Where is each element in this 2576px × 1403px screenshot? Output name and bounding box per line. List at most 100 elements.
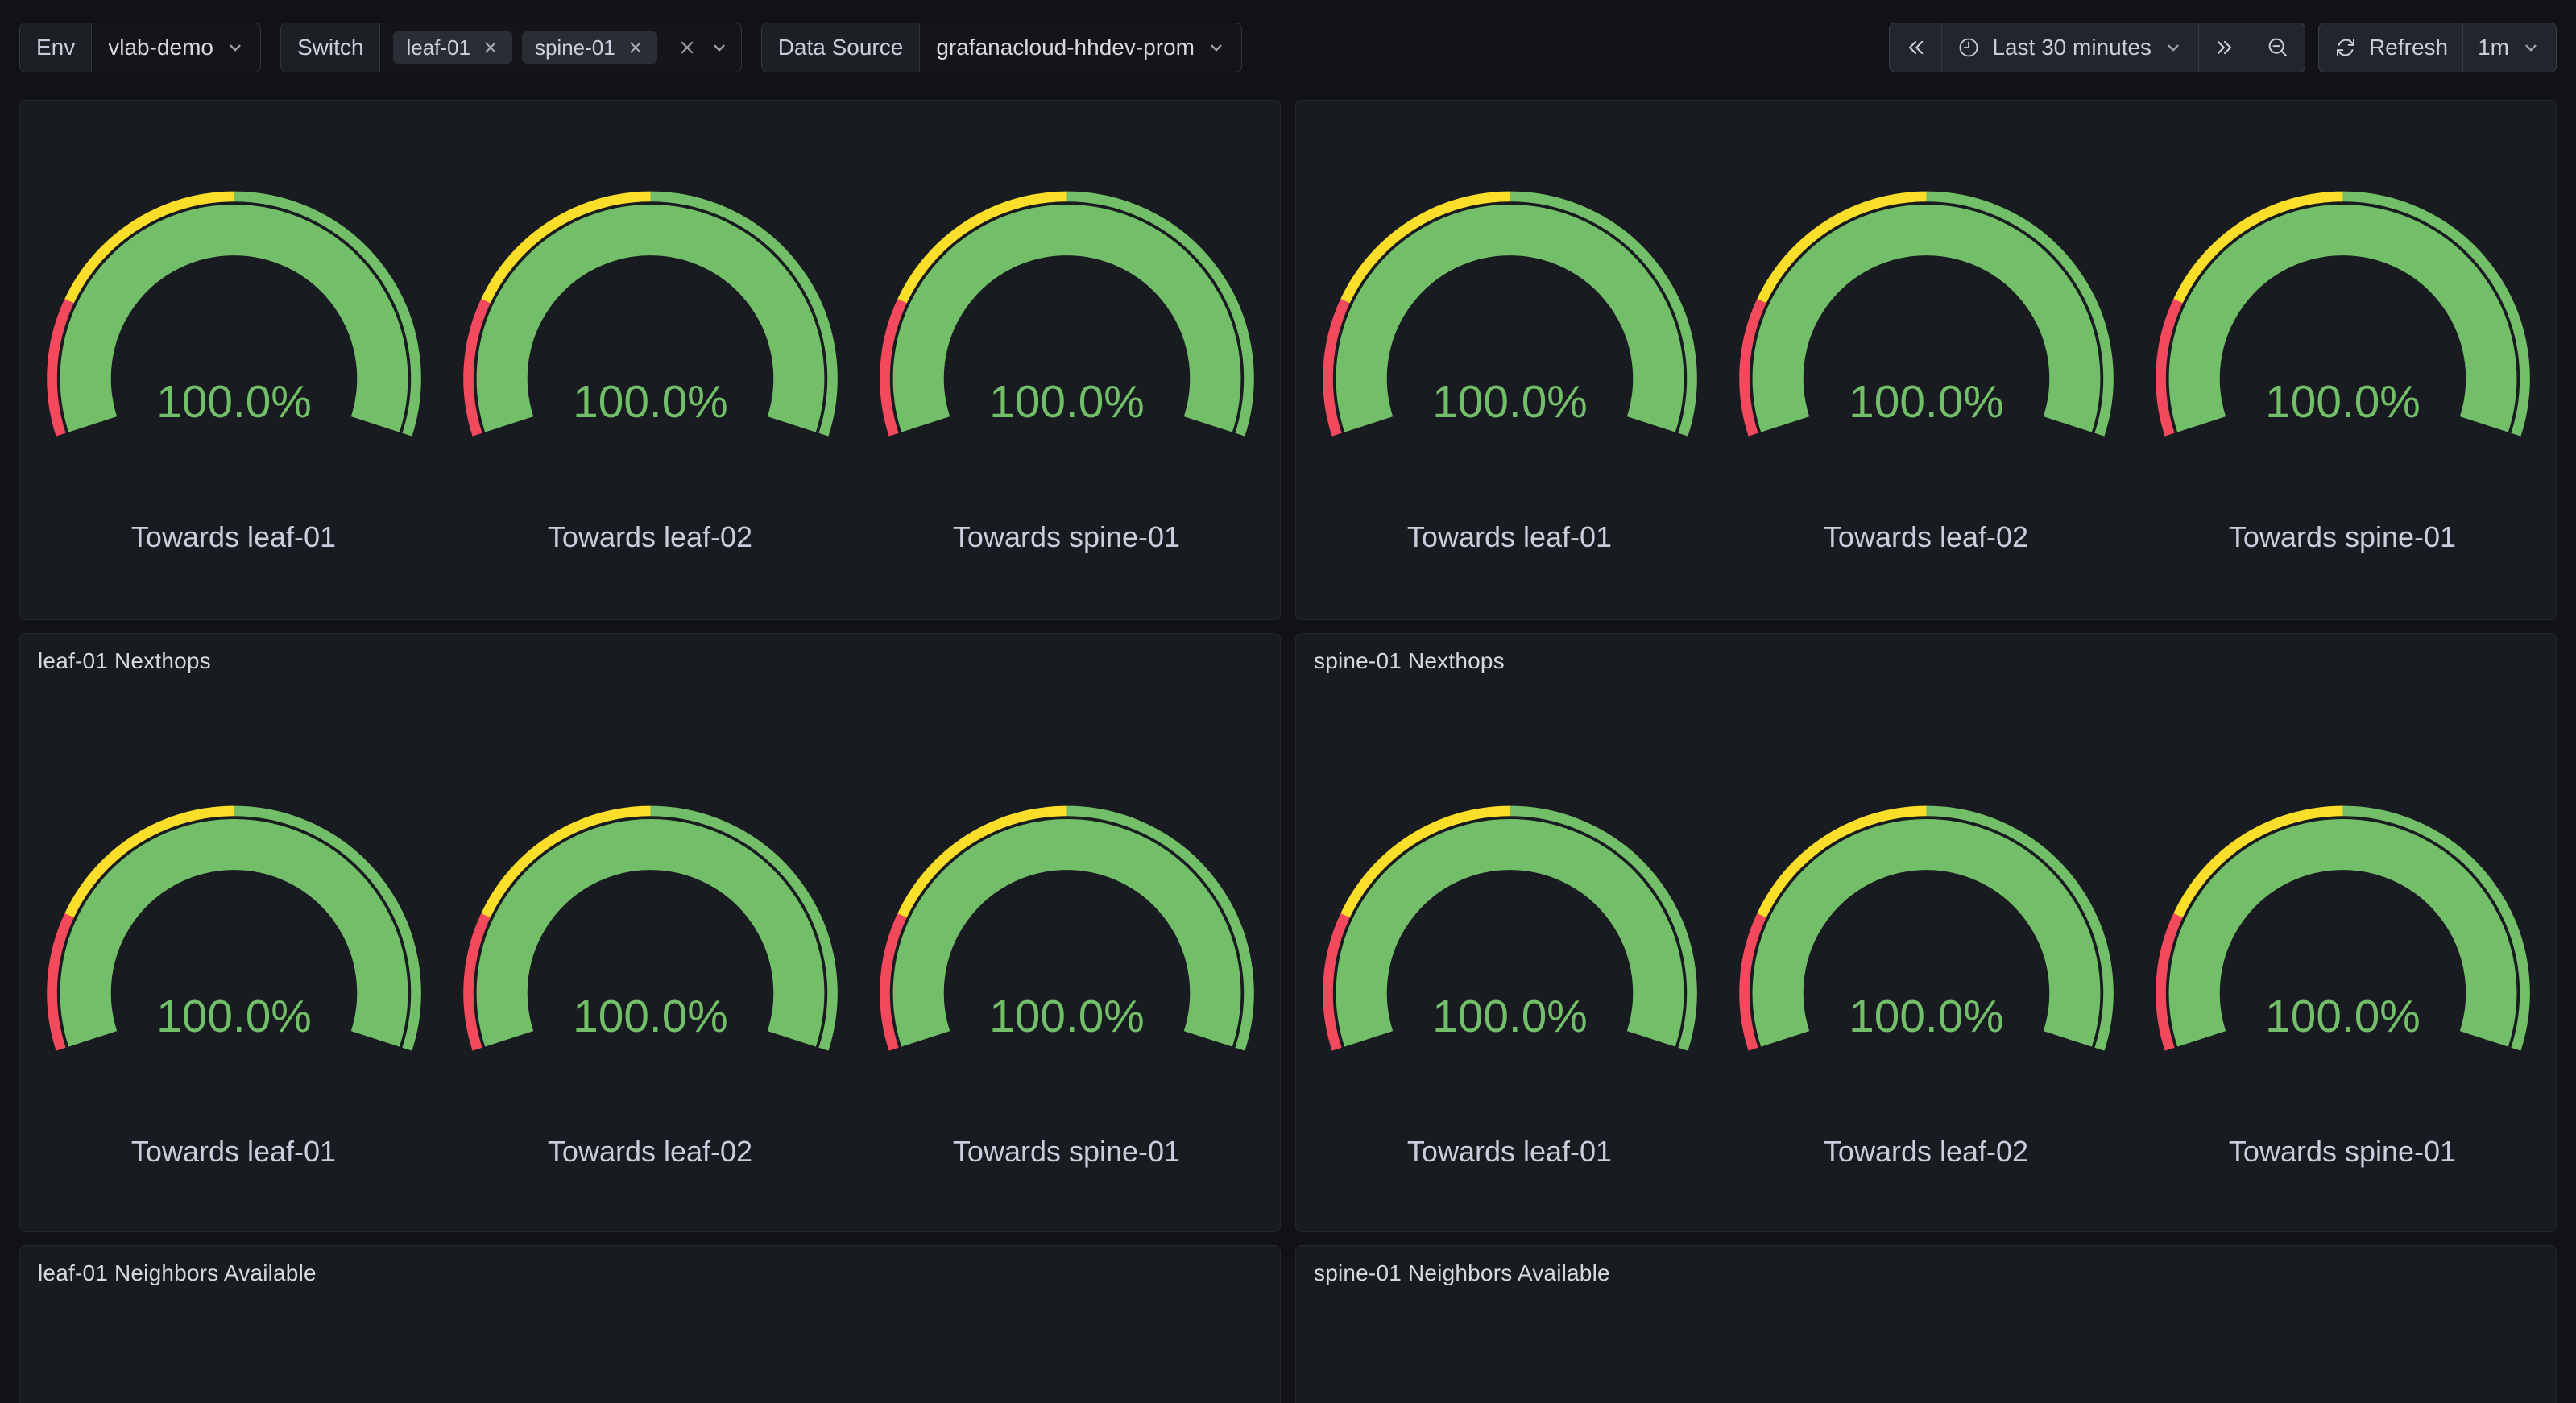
svg-text:100.0%: 100.0% xyxy=(2265,377,2421,428)
chevrons-right-icon xyxy=(2214,36,2236,59)
remove-icon[interactable] xyxy=(625,37,646,58)
gauge: 100.0% Towards spine-01 xyxy=(2139,800,2546,1169)
refresh-controls: Refresh 1m xyxy=(2318,23,2557,72)
gauge: 100.0% Towards leaf-02 xyxy=(1723,800,2130,1169)
chevron-down-icon xyxy=(709,37,730,58)
refresh-icon xyxy=(2334,35,2358,60)
panel-title[interactable]: leaf-01 Nexthops xyxy=(20,634,1280,673)
gauge-label: Towards leaf-02 xyxy=(1824,1134,2028,1169)
gauge-arc: 100.0% xyxy=(447,185,854,445)
refresh-label: Refresh xyxy=(2369,35,2448,60)
gauge: 100.0% Towards leaf-02 xyxy=(447,185,854,555)
gauge-label: Towards leaf-01 xyxy=(131,519,336,555)
chip-label: spine-01 xyxy=(535,35,615,60)
gauge-label: Towards leaf-01 xyxy=(131,1134,336,1169)
gauge-arc: 100.0% xyxy=(2139,185,2546,445)
gauge: 100.0% Towards leaf-02 xyxy=(447,800,854,1169)
svg-text:100.0%: 100.0% xyxy=(989,377,1145,428)
panel: spine-01 Neighbors Available xyxy=(1295,1245,2557,1403)
selected-value-chip: leaf-01 xyxy=(393,31,512,64)
chip-label: leaf-01 xyxy=(406,35,470,60)
variable-data-source: Data Source grafanacloud-hhdev-prom xyxy=(761,23,1242,72)
dashboard-grid: 100.0% Towards leaf-01 100.0% Towards le… xyxy=(0,100,2576,1403)
gauge: 100.0% Towards leaf-01 xyxy=(1307,800,1713,1169)
panel-title[interactable]: spine-01 Nexthops xyxy=(1296,634,2556,673)
svg-text:100.0%: 100.0% xyxy=(1432,991,1588,1042)
gauge-group: 100.0% Towards leaf-01 100.0% Towards le… xyxy=(20,800,1280,1169)
gauge: 100.0% Towards spine-01 xyxy=(863,800,1270,1169)
env-value: vlab-demo xyxy=(108,35,213,60)
gauge-label: Towards spine-01 xyxy=(953,519,1180,555)
time-shift-back-button[interactable] xyxy=(1890,23,1941,72)
svg-text:100.0%: 100.0% xyxy=(1849,991,2004,1042)
time-controls: Last 30 minutes xyxy=(1889,23,2305,72)
gauge-arc: 100.0% xyxy=(31,800,437,1060)
data-source-select[interactable]: grafanacloud-hhdev-prom xyxy=(920,23,1241,72)
time-shift-forward-button[interactable] xyxy=(2198,23,2251,72)
svg-text:100.0%: 100.0% xyxy=(989,991,1145,1042)
svg-text:100.0%: 100.0% xyxy=(573,377,728,428)
clock-icon xyxy=(1957,35,1981,60)
selected-value-chip: spine-01 xyxy=(522,31,657,64)
variable-switch: Switch leaf-01 spine-01 xyxy=(280,23,742,72)
svg-text:100.0%: 100.0% xyxy=(573,991,728,1042)
svg-text:100.0%: 100.0% xyxy=(156,991,312,1042)
svg-text:100.0%: 100.0% xyxy=(1849,377,2004,428)
panel-title[interactable]: leaf-01 Neighbors Available xyxy=(20,1246,1280,1285)
refresh-interval-value: 1m xyxy=(2478,35,2509,60)
gauge-arc: 100.0% xyxy=(1307,185,1713,445)
gauge-arc: 100.0% xyxy=(31,185,437,445)
panel: 100.0% Towards leaf-01 100.0% Towards le… xyxy=(1295,100,2557,620)
gauge-arc: 100.0% xyxy=(863,800,1270,1060)
panel-title[interactable]: spine-01 Neighbors Available xyxy=(1296,1246,2556,1285)
gauge-label: Towards spine-01 xyxy=(2229,519,2456,555)
gauge-arc: 100.0% xyxy=(1307,800,1713,1060)
data-source-value: grafanacloud-hhdev-prom xyxy=(936,35,1195,60)
chevron-down-icon xyxy=(2163,37,2184,58)
svg-text:100.0%: 100.0% xyxy=(2265,991,2421,1042)
remove-icon[interactable] xyxy=(480,37,501,58)
gauge-label: Towards leaf-02 xyxy=(548,519,752,555)
gauge-label: Towards spine-01 xyxy=(953,1134,1180,1169)
gauge-group: 100.0% Towards leaf-01 100.0% Towards le… xyxy=(20,185,1280,555)
gauge-label: Towards spine-01 xyxy=(2229,1134,2456,1169)
zoom-out-icon xyxy=(2266,35,2290,60)
switch-select[interactable]: leaf-01 spine-01 xyxy=(380,23,740,72)
clear-icon[interactable] xyxy=(675,35,699,60)
zoom-out-button[interactable] xyxy=(2251,23,2305,72)
refresh-button[interactable]: Refresh xyxy=(2319,23,2462,72)
panel: leaf-01 Nexthops 100.0% Towards leaf-01 … xyxy=(19,633,1281,1232)
svg-text:100.0%: 100.0% xyxy=(1432,377,1588,428)
refresh-interval-select[interactable]: 1m xyxy=(2462,23,2556,72)
gauge: 100.0% Towards leaf-01 xyxy=(31,185,437,555)
env-label: Env xyxy=(20,23,92,72)
panel: leaf-01 Neighbors Available xyxy=(19,1245,1281,1403)
gauge-label: Towards leaf-02 xyxy=(548,1134,752,1169)
time-range-picker[interactable]: Last 30 minutes xyxy=(1941,23,2198,72)
chevron-down-icon xyxy=(225,37,246,58)
chevrons-left-icon xyxy=(1904,36,1927,59)
gauge-arc: 100.0% xyxy=(2139,800,2546,1060)
gauge: 100.0% Towards spine-01 xyxy=(863,185,1270,555)
gauge-arc: 100.0% xyxy=(1723,800,2130,1060)
env-select[interactable]: vlab-demo xyxy=(92,23,260,72)
gauge-label: Towards leaf-01 xyxy=(1407,1134,1612,1169)
chevron-down-icon xyxy=(1206,37,1227,58)
gauge: 100.0% Towards spine-01 xyxy=(2139,185,2546,555)
gauge-group: 100.0% Towards leaf-01 100.0% Towards le… xyxy=(1296,800,2556,1169)
chevron-down-icon xyxy=(2520,37,2541,58)
time-range-value: Last 30 minutes xyxy=(1992,35,2151,60)
switch-label: Switch xyxy=(281,23,380,72)
panel: spine-01 Nexthops 100.0% Towards leaf-01… xyxy=(1295,633,2557,1232)
dashboard-toolbar: Env vlab-demo Switch leaf-01 spine-01 Da… xyxy=(0,0,2576,100)
gauge: 100.0% Towards leaf-01 xyxy=(31,800,437,1169)
data-source-label: Data Source xyxy=(762,23,921,72)
variable-env: Env vlab-demo xyxy=(19,23,261,72)
panel: 100.0% Towards leaf-01 100.0% Towards le… xyxy=(19,100,1281,620)
gauge-label: Towards leaf-01 xyxy=(1407,519,1612,555)
gauge-group: 100.0% Towards leaf-01 100.0% Towards le… xyxy=(1296,185,2556,555)
gauge: 100.0% Towards leaf-01 xyxy=(1307,185,1713,555)
gauge-arc: 100.0% xyxy=(863,185,1270,445)
gauge-arc: 100.0% xyxy=(447,800,854,1060)
gauge-arc: 100.0% xyxy=(1723,185,2130,445)
